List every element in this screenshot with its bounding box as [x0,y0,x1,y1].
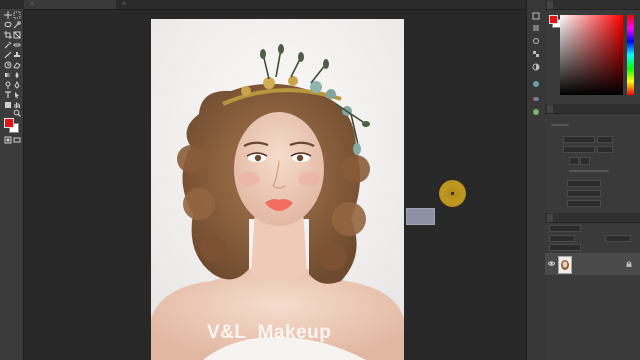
properties-panel-tab[interactable] [547,105,553,113]
foreground-color-chip[interactable] [549,15,558,24]
hue-slider[interactable] [627,15,634,95]
visibility-eye-icon[interactable] [547,260,556,267]
portrait-photo [151,19,404,360]
channels-icon[interactable] [532,95,540,103]
height-field[interactable] [563,146,595,153]
foreground-color-swatch[interactable] [4,118,14,128]
drag-preview [406,208,435,225]
flip-icon[interactable] [580,157,590,165]
channels-panel-tab[interactable] [567,214,573,222]
layers-panel [545,213,640,360]
path-select-icon[interactable] [13,91,21,99]
layer-row-background[interactable] [545,253,640,275]
pen-icon[interactable] [13,81,21,89]
gradient-icon[interactable] [4,71,12,79]
type-icon[interactable] [4,91,12,99]
move-icon[interactable] [4,11,12,19]
lock-icon [626,261,632,267]
paths-panel-tab[interactable] [585,214,591,222]
properties-row [551,124,569,126]
brush-icon[interactable] [4,51,12,59]
blend-mode-dropdown[interactable] [549,235,575,242]
document-image[interactable]: V&L_Makeup [151,19,404,360]
color-picker-field[interactable] [560,15,623,95]
blur-icon[interactable] [13,71,21,79]
layer-filter-dropdown[interactable] [549,225,581,232]
dodge-icon[interactable] [4,81,12,89]
healing-brush-icon[interactable] [13,41,21,49]
density-field[interactable] [567,200,601,207]
marquee-icon[interactable] [13,11,21,19]
swatches-icon[interactable] [532,50,540,58]
close-icon[interactable]: × [122,1,126,7]
close-icon[interactable]: × [30,1,34,7]
history-brush-icon[interactable] [4,61,12,69]
link-icon[interactable] [569,157,579,165]
brush-settings-icon[interactable] [532,37,540,45]
opacity-field[interactable] [605,235,631,242]
quick-select-icon[interactable] [13,21,21,29]
mode-dropdown[interactable] [567,180,601,187]
tools-panel [0,9,24,360]
properties-panel-header [545,104,640,114]
zoom-icon[interactable] [13,109,21,117]
canvas-workspace[interactable]: V&L_Makeup [24,10,524,360]
width-field[interactable] [563,136,595,143]
color-panel-header [545,0,640,10]
hand-icon[interactable] [13,101,21,109]
adjustments-icon[interactable] [532,63,540,71]
right-panels [545,0,640,360]
shape-icon[interactable] [4,101,12,109]
properties-icon[interactable] [532,24,540,32]
layers-panel-header [545,213,640,223]
color-panel-tab[interactable] [547,1,553,9]
document-tab-bar: × × [0,0,525,10]
styles-icon[interactable] [532,80,540,88]
swatches-panel-tab[interactable] [573,1,579,9]
screen-mode-icon[interactable] [13,136,21,144]
y-field[interactable] [597,146,613,153]
lasso-icon[interactable] [4,21,12,29]
watermark-text: V&L_Makeup [207,322,332,343]
feather-field[interactable] [567,190,601,197]
cursor-pointer-icon [451,192,454,195]
crop-icon[interactable] [4,31,12,39]
paths-icon[interactable] [532,108,540,116]
layer-thumbnail [558,256,572,274]
document-tab-active[interactable]: × [24,0,116,9]
x-field[interactable] [597,136,613,143]
eyedropper-icon[interactable] [4,41,12,49]
frame-icon[interactable] [13,31,21,39]
lock-options[interactable] [549,244,581,251]
layers-panel-tab[interactable] [547,214,553,222]
document-tab[interactable]: × [116,0,208,9]
clone-stamp-icon[interactable] [13,51,21,59]
panel-dock [526,0,546,360]
cursor-highlight [439,180,466,207]
eraser-icon[interactable] [13,61,21,69]
history-icon[interactable] [532,12,540,20]
quick-mask-icon[interactable] [4,136,12,144]
properties-row [569,170,609,172]
